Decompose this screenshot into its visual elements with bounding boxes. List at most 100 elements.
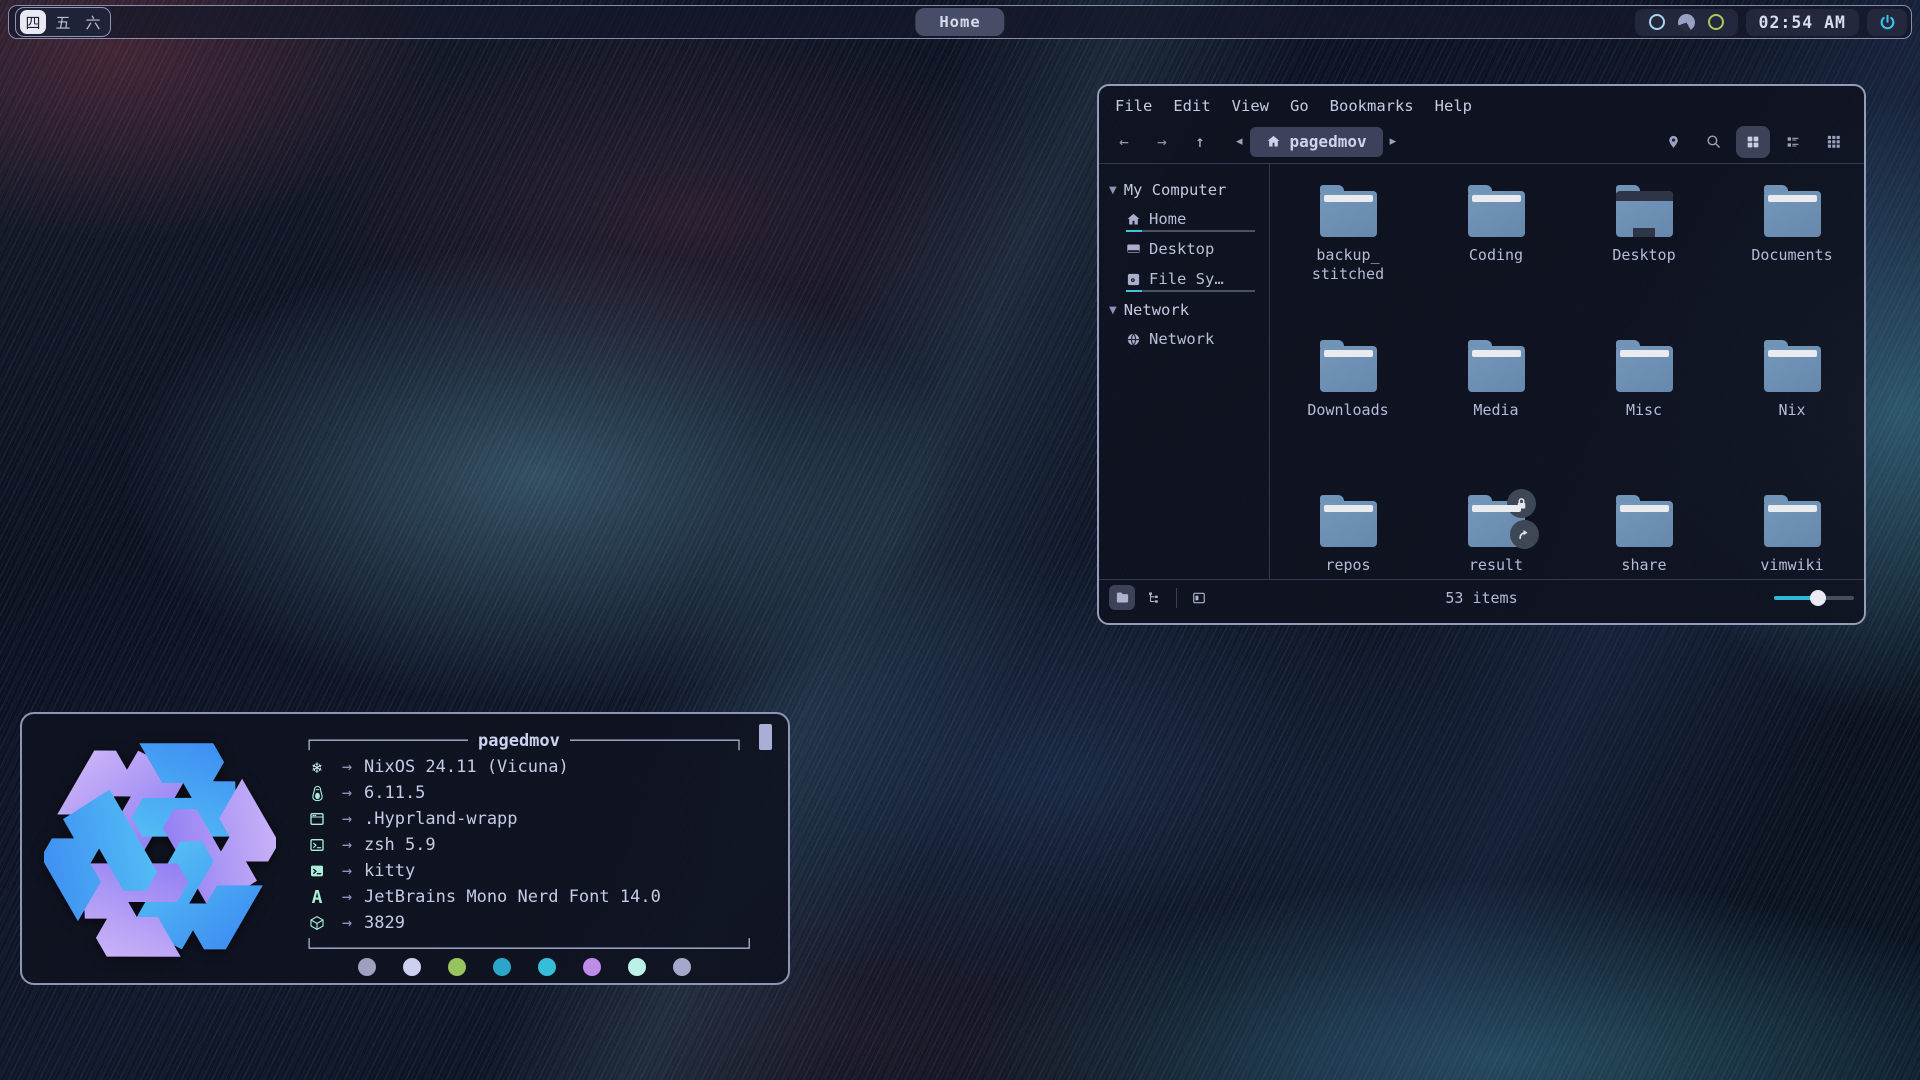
fetch-value: 6.11.5: [364, 783, 425, 803]
file-item-repos[interactable]: repos: [1278, 501, 1418, 575]
list-view-button[interactable]: [1776, 126, 1810, 158]
folder-icon: [1320, 501, 1377, 547]
up-button[interactable]: ↑: [1187, 132, 1213, 151]
desktop: 四五六 Home 02:54 AM File Edit View Go Bookmark…: [0, 0, 1920, 1080]
home-icon: [1266, 134, 1281, 149]
file-item-media[interactable]: Media: [1426, 346, 1566, 420]
sidebar-item-desktop[interactable]: Desktop: [1109, 234, 1263, 264]
palette-color-6: [583, 958, 601, 976]
compact-view-button[interactable]: [1816, 126, 1850, 158]
file-item-misc[interactable]: Misc: [1574, 346, 1714, 420]
sidebar-section-my-computer[interactable]: ▼ My Computer: [1109, 176, 1263, 204]
folder-icon: [1616, 501, 1673, 547]
fetch-value: kitty: [364, 861, 415, 881]
icon-view-button[interactable]: [1109, 585, 1135, 610]
status-disk-icon[interactable]: [1678, 14, 1695, 31]
zoom-slider[interactable]: [1774, 590, 1854, 606]
grid-view-icon: [1745, 134, 1761, 150]
fetch-row-nix-snowflake: ❄→NixOS 24.11 (Vicuna): [304, 754, 782, 780]
arrow-icon: →: [330, 809, 364, 829]
toggle-sidebar-button[interactable]: [1186, 585, 1212, 610]
nixos-logo: [44, 734, 276, 966]
back-button[interactable]: ←: [1111, 132, 1137, 151]
breadcrumb-location[interactable]: pagedmov: [1250, 127, 1383, 157]
file-item-downloads[interactable]: Downloads: [1278, 346, 1418, 420]
statusbar-separator: [1176, 588, 1177, 608]
search-icon: [1705, 133, 1722, 150]
sidebar-item-label: Network: [1149, 330, 1214, 348]
menu-view[interactable]: View: [1232, 97, 1269, 115]
file-item-backup_-stitched[interactable]: backup_ stitched: [1278, 191, 1418, 284]
collapse-triangle-icon[interactable]: ▼: [1109, 185, 1117, 196]
shortcut-icon: [1510, 520, 1539, 549]
file-item-nix[interactable]: Nix: [1722, 346, 1862, 420]
top-bar-right: 02:54 AM: [1635, 9, 1907, 36]
sidebar-item-label: Desktop: [1149, 240, 1214, 258]
file-item-coding[interactable]: Coding: [1426, 191, 1566, 265]
sidebar-section: ▼ My Computer Home Desktop File Sy…: [1109, 176, 1263, 294]
menu-file[interactable]: File: [1115, 97, 1152, 115]
sidebar-section-network[interactable]: ▼Network: [1109, 296, 1263, 324]
menu-bookmarks[interactable]: Bookmarks: [1330, 97, 1414, 115]
sidebar-section-label: My Computer: [1124, 181, 1227, 199]
location-pin-button[interactable]: [1656, 126, 1690, 158]
desktop-icon: [1126, 242, 1141, 257]
status-ring-cyan-icon[interactable]: [1649, 14, 1665, 30]
power-button[interactable]: [1867, 9, 1907, 36]
palette-color-1: [358, 958, 376, 976]
file-item-label: repos: [1325, 556, 1370, 575]
penguin-icon: [304, 785, 330, 802]
palette-color-8: [673, 958, 691, 976]
active-window-title: Home: [915, 8, 1004, 36]
power-icon: [1878, 13, 1897, 32]
file-grid: backup_ stitched Coding DesktopDocuments Do…: [1270, 164, 1864, 579]
list-view-icon: [1785, 134, 1801, 150]
search-button[interactable]: [1696, 126, 1730, 158]
toolbar: ← → ↑ ◂ pagedmov ▸: [1099, 120, 1864, 163]
nav-buttons: ← → ↑: [1111, 132, 1213, 151]
folder-icon: [1468, 501, 1525, 547]
sidebar-item-home[interactable]: Home: [1109, 204, 1263, 234]
workspace-3[interactable]: 六: [80, 10, 106, 34]
file-item-share[interactable]: share: [1574, 501, 1714, 575]
sidebar-item-network[interactable]: Network: [1109, 324, 1263, 354]
palette-color-7: [628, 958, 646, 976]
menu-edit[interactable]: Edit: [1173, 97, 1210, 115]
file-item-label: Downloads: [1307, 401, 1388, 420]
file-item-label: result: [1469, 556, 1523, 575]
zoom-slider-knob[interactable]: [1810, 590, 1826, 606]
workspace-switcher[interactable]: 四五六: [15, 7, 111, 37]
breadcrumb-next-icon[interactable]: ▸: [1385, 134, 1402, 149]
status-ring-green-icon[interactable]: [1708, 14, 1724, 30]
file-item-documents[interactable]: Documents: [1722, 191, 1862, 265]
globe-icon: [1126, 332, 1141, 347]
file-item-desktop[interactable]: Desktop: [1574, 191, 1714, 265]
folder-icon: [1616, 346, 1673, 392]
system-tray[interactable]: [1635, 9, 1738, 36]
menu-go[interactable]: Go: [1290, 97, 1309, 115]
grid-view-button[interactable]: [1736, 126, 1770, 158]
file-item-vimwiki[interactable]: vimwiki: [1722, 501, 1862, 575]
lock-icon: [1507, 489, 1536, 518]
fetch-header: ┌─────────────── pagedmov ──────────────…: [304, 728, 782, 754]
collapse-triangle-icon[interactable]: ▼: [1109, 305, 1117, 316]
tree-view-button[interactable]: [1141, 585, 1167, 610]
fetch-value: zsh 5.9: [364, 835, 436, 855]
icon-view-icon: [1115, 590, 1130, 605]
places-sidebar: ▼ My Computer Home Desktop File Sy…▼Network N…: [1099, 164, 1269, 579]
desktop-folder-icon: [1616, 191, 1673, 237]
breadcrumb-prev-icon[interactable]: ◂: [1231, 134, 1248, 149]
folder-icon: [1468, 191, 1525, 237]
fetch-value: .Hyprland-wrapp: [364, 809, 518, 829]
arrow-icon: →: [330, 783, 364, 803]
fetch-row-window-manager: →.Hyprland-wrapp: [304, 806, 782, 832]
file-item-label: Coding: [1469, 246, 1523, 265]
arrow-icon: →: [330, 757, 364, 777]
workspace-2[interactable]: 五: [50, 10, 76, 34]
sidebar-item-filesy[interactable]: File Sy…: [1109, 264, 1263, 294]
workspace-1[interactable]: 四: [20, 10, 46, 34]
file-item-result[interactable]: result: [1426, 501, 1566, 575]
file-item-label: Misc: [1626, 401, 1662, 420]
forward-button[interactable]: →: [1149, 132, 1175, 151]
menu-help[interactable]: Help: [1435, 97, 1472, 115]
